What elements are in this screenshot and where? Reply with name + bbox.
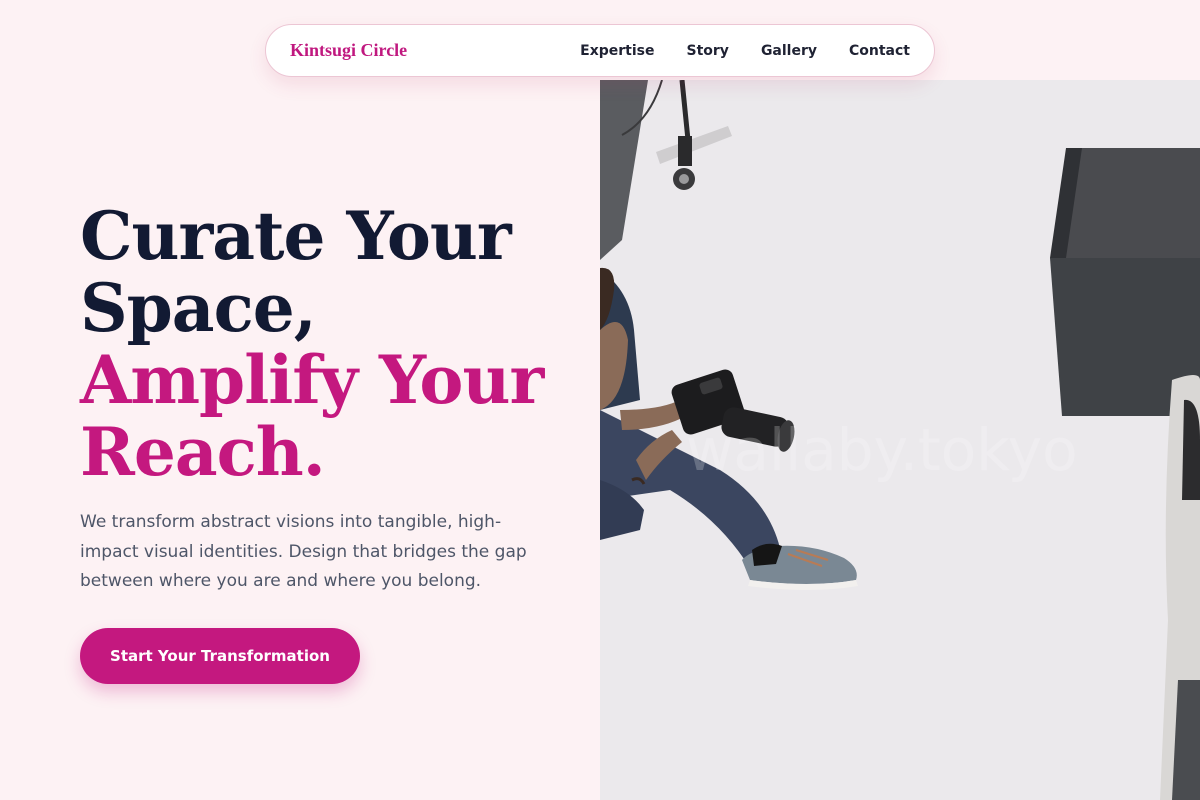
nav-link-gallery[interactable]: Gallery (761, 43, 817, 59)
nav-link-contact[interactable]: Contact (849, 43, 910, 59)
hero-title: Curate Your Space, Amplify Your Reach. (80, 200, 580, 488)
hero-description: We transform abstract visions into tangi… (80, 512, 527, 591)
hero-title-line-3: Amplify Your (80, 341, 544, 419)
hero-photo: wallaby.tokyo (600, 80, 1200, 800)
hero-title-line-4: Reach. (80, 413, 326, 491)
top-navigation: Kintsugi Circle Expertise Story Gallery … (265, 24, 935, 77)
nav-link-expertise[interactable]: Expertise (580, 43, 654, 59)
start-transformation-button[interactable]: Start Your Transformation (80, 628, 360, 684)
nav-item-expertise: Expertise (580, 42, 654, 60)
nav-link-story[interactable]: Story (687, 43, 729, 59)
photographer-photo: wallaby.tokyo (600, 80, 1200, 800)
hero-title-line-1: Curate Your (80, 197, 512, 275)
nav-item-gallery: Gallery (761, 42, 817, 60)
hero-title-line-2: Space, (80, 269, 317, 347)
photo-watermark: wallaby.tokyo (686, 416, 1078, 484)
nav-links: Expertise Story Gallery Contact (580, 42, 910, 60)
nav-item-contact: Contact (849, 42, 910, 60)
brand-logo[interactable]: Kintsugi Circle (290, 40, 407, 61)
nav-item-story: Story (687, 42, 729, 60)
